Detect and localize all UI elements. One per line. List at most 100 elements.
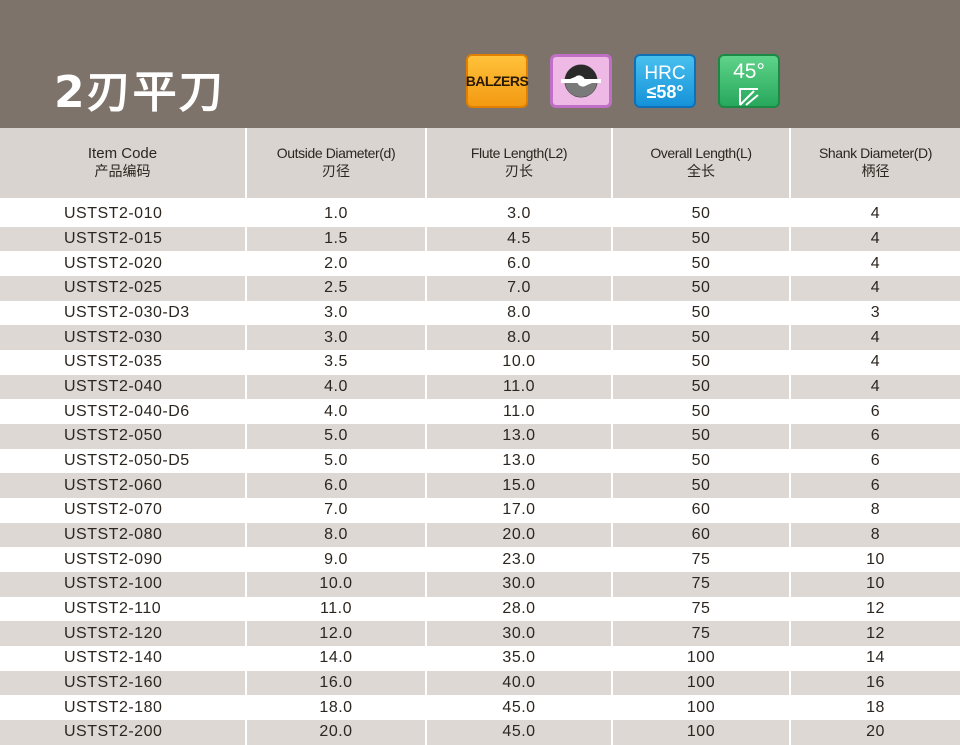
item-code-cell: USTST2-020 xyxy=(0,251,247,277)
table-header-row: Item Code 产品编码 Outside Diameter(d) 刃径 Fl… xyxy=(0,128,960,198)
flute-length-cell: 45.0 xyxy=(426,720,613,745)
flute-length-cell: 4.5 xyxy=(426,226,613,252)
item-code-cell: USTST2-035 xyxy=(0,350,247,375)
shank-diameter-cell: 10 xyxy=(790,572,960,597)
flute-length-cell: 30.0 xyxy=(426,572,613,597)
flute-length-cell: 10.0 xyxy=(426,350,613,375)
overall-length-cell: 50 xyxy=(612,399,791,425)
outside-diameter-cell: 18.0 xyxy=(246,695,427,721)
col-header-zh: 产品编码 xyxy=(94,164,151,180)
flute-type-icon xyxy=(550,54,612,108)
flute-length-cell: 11.0 xyxy=(426,374,613,400)
shank-diameter-cell: 4 xyxy=(790,350,960,375)
balzers-label: BALZERS xyxy=(465,73,529,89)
table-row: USTST2-010 1.0 3.0 50 4 xyxy=(0,202,960,227)
table-row: USTST2-060 6.0 15.0 50 6 xyxy=(0,473,960,499)
overall-length-cell: 100 xyxy=(612,720,791,745)
table-row: USTST2-100 10.0 30.0 75 10 xyxy=(0,572,960,597)
shank-diameter-cell: 18 xyxy=(790,695,960,721)
shank-diameter-cell: 4 xyxy=(790,202,960,227)
table-row: USTST2-120 12.0 30.0 75 12 xyxy=(0,621,960,647)
outside-diameter-cell: 16.0 xyxy=(246,670,427,696)
table-row: USTST2-140 14.0 35.0 100 14 xyxy=(0,646,960,671)
shank-diameter-cell: 8 xyxy=(790,522,960,548)
col-header-outside-diameter: Outside Diameter(d) 刃径 xyxy=(246,128,427,198)
outside-diameter-cell: 2.0 xyxy=(246,251,427,277)
item-code-cell: USTST2-025 xyxy=(0,276,247,301)
flute-length-cell: 13.0 xyxy=(426,448,613,474)
outside-diameter-cell: 1.0 xyxy=(246,202,427,227)
overall-length-cell: 100 xyxy=(612,646,791,671)
col-header-en: Overall Length(L) xyxy=(650,145,752,161)
overall-length-cell: 60 xyxy=(612,522,791,548)
shank-diameter-cell: 8 xyxy=(790,498,960,523)
outside-diameter-cell: 14.0 xyxy=(246,646,427,671)
flute-length-cell: 28.0 xyxy=(426,596,613,622)
balzers-coating-badge: BALZERS xyxy=(465,54,529,108)
overall-length-cell: 50 xyxy=(612,276,791,301)
outside-diameter-cell: 1.5 xyxy=(246,226,427,252)
overall-length-cell: 50 xyxy=(612,374,791,400)
table-row: USTST2-160 16.0 40.0 100 16 xyxy=(0,670,960,696)
overall-length-cell: 50 xyxy=(612,350,791,375)
table-row: USTST2-040-D6 4.0 11.0 50 6 xyxy=(0,399,960,425)
overall-length-cell: 75 xyxy=(612,621,791,647)
item-code-cell: USTST2-200 xyxy=(0,720,247,745)
item-code-cell: USTST2-110 xyxy=(0,596,247,622)
table-row: USTST2-050 5.0 13.0 50 6 xyxy=(0,424,960,449)
col-header-zh: 柄径 xyxy=(861,164,890,180)
item-code-cell: USTST2-070 xyxy=(0,498,247,523)
overall-length-cell: 60 xyxy=(612,498,791,523)
item-code-cell: USTST2-040-D6 xyxy=(0,399,247,425)
shank-diameter-cell: 4 xyxy=(790,251,960,277)
table-row: USTST2-015 1.5 4.5 50 4 xyxy=(0,226,960,252)
col-header-en: Item Code xyxy=(87,145,158,162)
overall-length-cell: 50 xyxy=(612,226,791,252)
table-row: USTST2-030-D3 3.0 8.0 50 3 xyxy=(0,300,960,326)
outside-diameter-cell: 10.0 xyxy=(246,572,427,597)
item-code-cell: USTST2-010 xyxy=(0,202,247,227)
shank-diameter-cell: 12 xyxy=(790,621,960,647)
outside-diameter-cell: 7.0 xyxy=(246,498,427,523)
overall-length-cell: 50 xyxy=(612,251,791,277)
overall-length-cell: 50 xyxy=(612,300,791,326)
overall-length-cell: 75 xyxy=(612,547,791,573)
col-header-flute-length: Flute Length(L2) 刃长 xyxy=(426,128,613,198)
table-row: USTST2-020 2.0 6.0 50 4 xyxy=(0,251,960,277)
table-row: USTST2-200 20.0 45.0 100 20 xyxy=(0,720,960,745)
shank-diameter-cell: 4 xyxy=(790,374,960,400)
flute-length-cell: 40.0 xyxy=(426,670,613,696)
item-code-cell: USTST2-030 xyxy=(0,325,247,351)
flute-length-cell: 3.0 xyxy=(426,202,613,227)
item-code-cell: USTST2-040 xyxy=(0,374,247,400)
flute-length-cell: 30.0 xyxy=(426,621,613,647)
item-code-cell: USTST2-060 xyxy=(0,473,247,499)
shank-diameter-cell: 6 xyxy=(790,448,960,474)
flute-length-cell: 6.0 xyxy=(426,251,613,277)
hrc-label: HRC xyxy=(644,62,686,84)
item-code-cell: USTST2-120 xyxy=(0,621,247,647)
outside-diameter-cell: 5.0 xyxy=(246,448,427,474)
helix-angle-icon xyxy=(739,88,759,106)
outside-diameter-cell: 5.0 xyxy=(246,424,427,449)
col-header-zh: 全长 xyxy=(687,164,715,180)
shank-diameter-cell: 3 xyxy=(790,300,960,326)
outside-diameter-cell: 12.0 xyxy=(246,621,427,647)
hrc-value: ≤58° xyxy=(646,81,684,102)
overall-length-cell: 75 xyxy=(612,596,791,622)
shank-diameter-cell: 4 xyxy=(790,325,960,351)
shank-diameter-cell: 14 xyxy=(790,646,960,671)
outside-diameter-cell: 4.0 xyxy=(246,374,427,400)
outside-diameter-cell: 2.5 xyxy=(246,276,427,301)
col-header-zh: 刃径 xyxy=(322,164,350,180)
item-code-cell: USTST2-050-D5 xyxy=(0,448,247,474)
outside-diameter-cell: 9.0 xyxy=(246,547,427,573)
table-row: USTST2-030 3.0 8.0 50 4 xyxy=(0,325,960,351)
table-row: USTST2-180 18.0 45.0 100 18 xyxy=(0,695,960,721)
table-row: USTST2-110 11.0 28.0 75 12 xyxy=(0,596,960,622)
shank-diameter-cell: 10 xyxy=(790,547,960,573)
hrc-hardness-badge: HRC ≤58° xyxy=(634,54,696,108)
shank-diameter-cell: 12 xyxy=(790,596,960,622)
overall-length-cell: 50 xyxy=(612,424,791,449)
col-header-overall-length: Overall Length(L) 全长 xyxy=(612,128,791,198)
